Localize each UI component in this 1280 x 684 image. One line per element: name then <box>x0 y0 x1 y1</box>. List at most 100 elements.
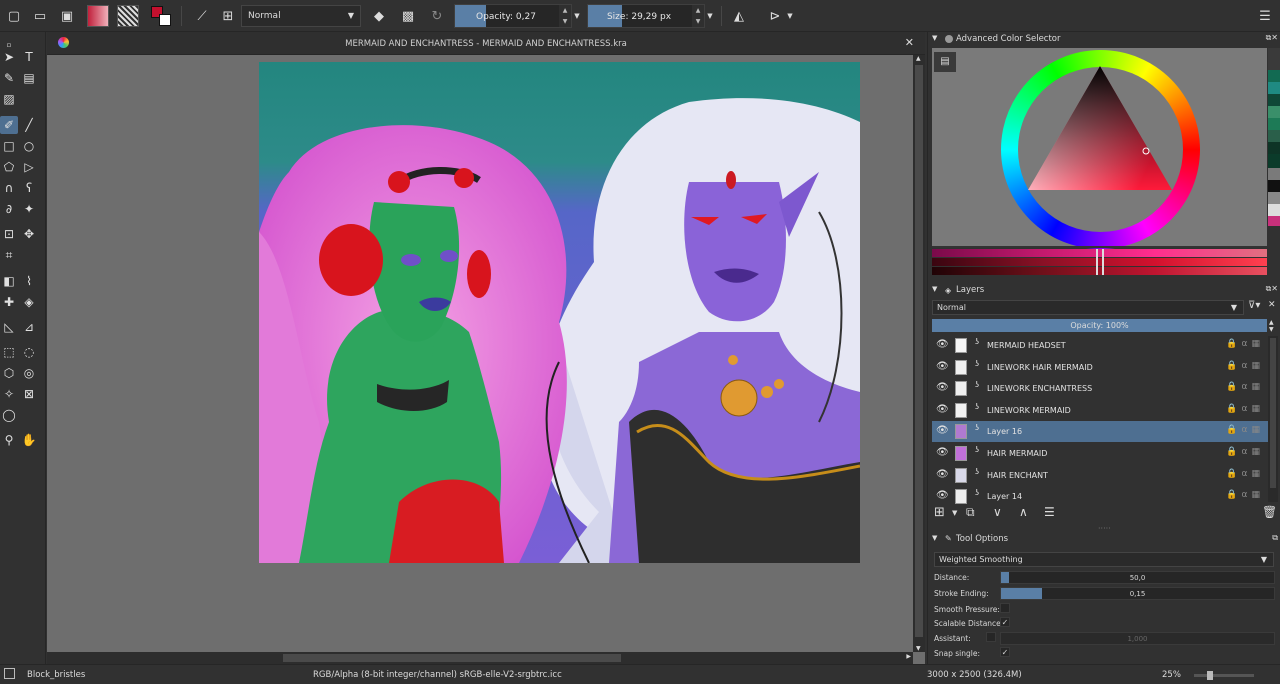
assistant-slider[interactable]: 1,000 <box>1000 632 1275 645</box>
bezier-select-icon[interactable]: ◯ <box>0 406 18 424</box>
color-selector-area[interactable]: ▤ <box>932 48 1267 249</box>
gradient-tool-icon[interactable]: ◧ <box>0 272 18 290</box>
canvas[interactable] <box>259 62 860 563</box>
layer-lock-alpha-icons[interactable]: 🔒α▦ <box>1226 382 1264 392</box>
color-history-swatches[interactable] <box>1268 48 1280 275</box>
layer-lock-alpha-icons[interactable]: 🔒α▦ <box>1226 339 1264 349</box>
layer-row[interactable]: 👁 ʖ HAIR MERMAID 🔒α▦ <box>932 443 1268 464</box>
background-color-swatch[interactable] <box>159 14 171 26</box>
dynamic-brush-icon[interactable]: ∂ <box>0 200 18 218</box>
layer-row[interactable]: 👁 ʖ Layer 14 🔒α▦ <box>932 486 1268 507</box>
collapse-icon[interactable]: ▼ <box>932 534 937 542</box>
text-tool-icon[interactable]: T <box>20 48 38 66</box>
smart-patch-icon[interactable]: ✚ <box>0 293 18 311</box>
layer-lock-alpha-icons[interactable]: 🔒α▦ <box>1226 447 1264 457</box>
polyline-tool-icon[interactable]: ▷ <box>20 158 38 176</box>
snap-single-checkbox[interactable]: ✓ <box>1000 647 1010 657</box>
grid-preset-icon[interactable]: ⊞ <box>217 5 239 27</box>
ellipse-select-icon[interactable]: ◌ <box>20 343 38 361</box>
gradient-selector-icon[interactable] <box>87 5 109 27</box>
chevron-down-icon[interactable]: ▼ <box>784 5 796 27</box>
float-close-icon[interactable]: ⧉✕ <box>1266 284 1278 294</box>
open-document-icon[interactable]: ▭ <box>29 5 51 27</box>
visibility-eye-icon[interactable]: 👁 <box>936 469 949 480</box>
move-layer-down-icon[interactable]: ∨ <box>993 505 1002 519</box>
visibility-eye-icon[interactable]: 👁 <box>936 339 949 350</box>
close-document-icon[interactable]: ✕ <box>905 36 914 49</box>
line-tool-icon[interactable]: ╱ <box>20 116 38 134</box>
vertical-scroll-thumb[interactable] <box>915 65 923 637</box>
layer-row[interactable]: 👁 ʖ Layer 16 🔒α▦ <box>932 421 1268 443</box>
visibility-eye-icon[interactable]: 👁 <box>936 447 949 458</box>
layer-lock-alpha-icons[interactable]: 🔒α▦ <box>1226 425 1264 435</box>
settings-icon[interactable]: ✕ <box>1268 300 1276 310</box>
filter-icon[interactable]: ⊽▾ <box>1248 300 1260 311</box>
visibility-eye-icon[interactable]: 👁 <box>936 382 949 393</box>
rectangle-tool-icon[interactable]: □ <box>0 137 18 155</box>
bezier-tool-icon[interactable]: ∩ <box>0 179 18 197</box>
preserve-alpha-icon[interactable]: ▩ <box>397 5 419 27</box>
layer-row[interactable]: 👁 ʖ MERMAID HEADSET 🔒α▦ <box>932 335 1268 356</box>
mirror-horizontal-icon[interactable]: ◭ <box>728 5 750 27</box>
save-icon[interactable]: ▣ <box>56 5 78 27</box>
visibility-eye-icon[interactable]: 👁 <box>936 490 949 501</box>
layer-properties-icon[interactable]: ☰ <box>1044 505 1055 519</box>
polygon-select-icon[interactable]: ⬡ <box>0 364 18 382</box>
select-shapes-icon[interactable]: ➤ <box>0 48 18 66</box>
float-icon[interactable]: ⧉ <box>1272 533 1278 543</box>
shade-bar-1[interactable] <box>932 249 1267 257</box>
similar-select-icon[interactable]: ⊠ <box>20 385 38 403</box>
pan-tool-icon[interactable]: ✋ <box>20 431 38 449</box>
layer-blend-mode-select[interactable]: Normal ▼ <box>932 300 1244 315</box>
layer-row[interactable]: 👁 ʖ LINEWORK ENCHANTRESS 🔒α▦ <box>932 378 1268 399</box>
layer-opacity-slider[interactable]: Opacity: 100% <box>932 319 1267 332</box>
stroke-ending-slider[interactable]: 0,15 <box>1000 587 1275 600</box>
move-layer-up-icon[interactable]: ∧ <box>1019 505 1028 519</box>
assistant-checkbox[interactable] <box>986 632 996 642</box>
freehand-brush-icon[interactable]: ✐ <box>0 116 18 134</box>
transform-tool-icon[interactable]: ⊡ <box>0 225 18 243</box>
layer-row[interactable]: 👁 ʖ LINEWORK MERMAID 🔒α▦ <box>932 400 1268 421</box>
assistant-tool-icon[interactable]: ◺ <box>0 318 18 336</box>
chevron-down-icon[interactable]: ▼ <box>705 5 715 27</box>
visibility-eye-icon[interactable]: 👁 <box>936 404 949 415</box>
move-tool-icon[interactable]: ✥ <box>20 225 38 243</box>
rect-select-icon[interactable]: ⬚ <box>0 343 18 361</box>
mirror-vertical-icon[interactable]: ⊳ <box>764 5 786 27</box>
size-spin-icon[interactable]: ▲ ▼ <box>692 5 704 27</box>
shade-bar-3[interactable] <box>932 267 1267 275</box>
delete-layer-icon[interactable]: 🗑 <box>1262 505 1277 519</box>
duplicate-layer-icon[interactable]: ⧉ <box>966 505 975 520</box>
zoom-slider[interactable] <box>1194 674 1254 677</box>
layer-lock-alpha-icons[interactable]: 🔒α▦ <box>1226 469 1264 479</box>
pattern-selector-icon[interactable] <box>117 5 139 27</box>
contiguous-select-icon[interactable]: ✧ <box>0 385 18 403</box>
layer-lock-alpha-icons[interactable]: 🔒α▦ <box>1226 404 1264 414</box>
docker-splitter[interactable]: ····· <box>1098 524 1111 533</box>
distance-slider[interactable]: 50,0 <box>1000 571 1275 584</box>
ellipse-tool-icon[interactable]: ○ <box>20 137 38 155</box>
vertical-scrollbar[interactable]: ▲ ▼ <box>913 55 925 652</box>
reload-preset-icon[interactable]: ↻ <box>426 5 448 27</box>
layer-lock-alpha-icons[interactable]: 🔒α▦ <box>1226 361 1264 371</box>
workspace-menu-icon[interactable]: ☰ <box>1254 5 1276 27</box>
zoom-tool-icon[interactable]: ⚲ <box>0 431 18 449</box>
gradient-edit-icon[interactable]: ▨ <box>0 90 18 108</box>
float-close-icon[interactable]: ⧉✕ <box>1266 33 1278 43</box>
blend-mode-select[interactable]: Normal ▼ <box>241 5 361 27</box>
opacity-spin-icon[interactable]: ▲ ▼ <box>559 5 571 27</box>
layer-row[interactable]: 👁 ʖ LINEWORK HAIR MERMAID 🔒α▦ <box>932 357 1268 378</box>
chevron-down-icon[interactable]: ▼ <box>952 509 957 517</box>
edit-shapes-icon[interactable]: ✎ <box>0 69 18 87</box>
size-slider[interactable]: Size: 29,29 px ▲ ▼ <box>587 4 705 28</box>
collapse-icon[interactable]: ▼ <box>932 34 937 42</box>
visibility-eye-icon[interactable]: 👁 <box>936 361 949 372</box>
freehand-select-icon[interactable]: ◎ <box>20 364 38 382</box>
measure-tool-icon[interactable]: ⊿ <box>20 318 38 336</box>
layer-lock-alpha-icons[interactable]: 🔒α▦ <box>1226 490 1264 500</box>
zoom-slider-handle[interactable] <box>1207 671 1213 680</box>
smooth-pressure-checkbox[interactable] <box>1000 603 1010 613</box>
layers-scrollbar[interactable] <box>1268 336 1278 502</box>
eraser-mode-icon[interactable]: ◆ <box>368 5 390 27</box>
collapse-icon[interactable]: ▼ <box>932 285 937 293</box>
